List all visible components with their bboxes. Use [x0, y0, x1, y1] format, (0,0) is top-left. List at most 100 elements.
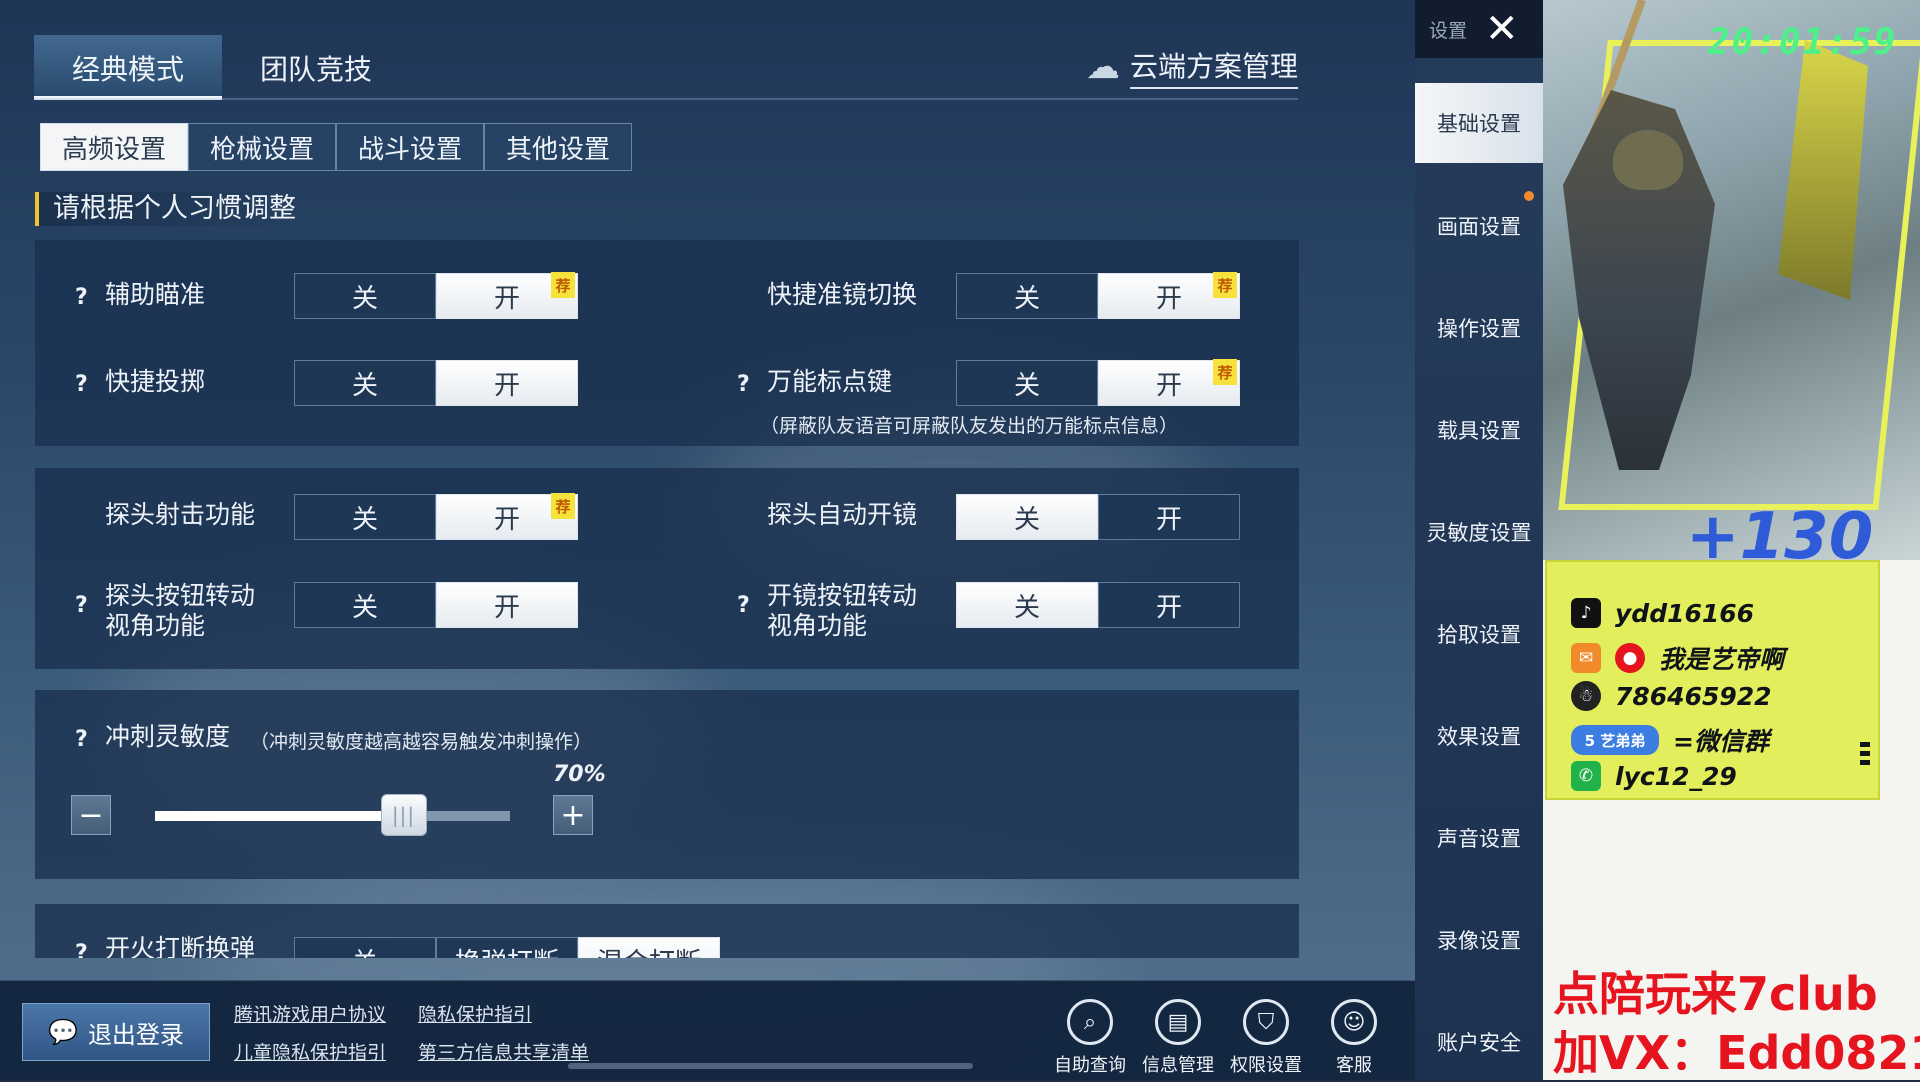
tab-high-frequency[interactable]: 高频设置: [40, 123, 188, 171]
character-artwork: [1543, 0, 1920, 560]
help-icon[interactable]: ?: [75, 285, 88, 310]
link-third-party-sharing[interactable]: 第三方信息共享清单: [418, 1038, 589, 1065]
aim-assist-on[interactable]: 开荐: [436, 272, 578, 319]
sidebar-item-vehicle[interactable]: 载具设置: [1415, 390, 1543, 470]
settings-panel-1: ? 辅助瞄准 关 开荐 快捷准镜切换 关 开荐 ? 快捷投掷 关 开 ? 万能标…: [35, 240, 1299, 446]
tab-weapon[interactable]: 枪械设置: [188, 123, 336, 171]
peek-fire-toggle: 关 开荐: [294, 493, 578, 540]
scope-button-rotate-on[interactable]: 开: [1098, 582, 1240, 628]
quick-scope-off[interactable]: 关: [956, 273, 1098, 319]
recommend-badge: 荐: [1213, 272, 1237, 298]
help-icon[interactable]: ?: [75, 372, 88, 397]
peek-button-rotate-toggle: 关 开: [294, 582, 578, 628]
help-icon[interactable]: ?: [737, 593, 750, 618]
sprint-decrease-button[interactable]: −: [71, 795, 111, 835]
tag-icon: ✉: [1571, 643, 1601, 673]
logout-button[interactable]: 💬 退出登录: [22, 1003, 210, 1061]
sprint-slider-track[interactable]: [155, 811, 510, 821]
settings-sub-tabs: 高频设置 枪械设置 战斗设置 其他设置: [40, 123, 632, 171]
peek-auto-scope-on[interactable]: 开: [1098, 494, 1240, 540]
qq-number: 786465922: [1615, 681, 1772, 711]
tab-classic-mode[interactable]: 经典模式: [34, 35, 222, 100]
sidebar-item-controls[interactable]: 操作设置: [1415, 288, 1543, 368]
section-hint: 请根据个人习惯调整: [35, 192, 296, 226]
peek-fire-off[interactable]: 关: [294, 494, 436, 540]
link-child-privacy[interactable]: 儿童隐私保护指引: [234, 1038, 386, 1065]
quick-scope-on[interactable]: 开荐: [1098, 272, 1240, 319]
contact-row: ✆ lyc12_29: [1571, 761, 1737, 791]
permission-settings-label: 权限设置: [1230, 1055, 1302, 1076]
peek-fire-on-label: 开: [493, 504, 520, 535]
help-icon[interactable]: ?: [75, 941, 88, 958]
info-manage-label: 信息管理: [1142, 1055, 1214, 1076]
sidebar-item-sound[interactable]: 声音设置: [1415, 798, 1543, 878]
peek-auto-scope-off[interactable]: 关: [956, 494, 1098, 540]
sidebar-item-replay[interactable]: 录像设置: [1415, 900, 1543, 980]
self-service-query-button[interactable]: ⌕ 自助查询: [1050, 999, 1130, 1077]
stream-overlay: 20:01:59 +130 ♪ ydd16166 ✉ ● 我是艺帝啊 ☃ 786…: [1543, 0, 1920, 1080]
sidebar-item-effects[interactable]: 效果设置: [1415, 696, 1543, 776]
info-manage-button[interactable]: ▤ 信息管理: [1138, 999, 1218, 1077]
fire-interrupt-mixed[interactable]: 混合打断: [578, 937, 720, 958]
contact-row: ☃ 786465922: [1571, 681, 1772, 711]
peek-button-rotate-label: 探头按钮转动 视角功能: [105, 581, 255, 641]
peek-button-rotate-on[interactable]: 开: [436, 582, 578, 628]
link-user-agreement[interactable]: 腾讯游戏用户协议: [234, 1000, 386, 1027]
logout-label: 退出登录: [87, 1020, 184, 1049]
permission-settings-button[interactable]: ⛉ 权限设置: [1226, 999, 1306, 1077]
aim-assist-on-label: 开: [493, 283, 520, 314]
settings-panel-3: ? 冲刺灵敏度 （冲刺灵敏度越高越容易触发冲刺操作） 70% − ||| +: [35, 690, 1299, 879]
help-icon[interactable]: ?: [75, 593, 88, 618]
help-icon[interactable]: ?: [75, 727, 88, 752]
link-privacy-guide[interactable]: 隐私保护指引: [418, 1000, 532, 1027]
sidebar-item-account-security[interactable]: 账户安全: [1415, 1002, 1543, 1082]
mode-tabs: 经典模式 团队竞技: [34, 35, 410, 100]
peek-fire-label: 探头射击功能: [105, 500, 256, 529]
sidebar-item-pickup[interactable]: 拾取设置: [1415, 594, 1543, 674]
tab-divider: [34, 98, 1298, 100]
marker-key-on[interactable]: 开荐: [1098, 359, 1240, 406]
contact-card: ♪ ydd16166 ✉ ● 我是艺帝啊 ☃ 786465922 5 艺弟弟 =…: [1545, 560, 1880, 800]
cloud-scheme-manage-button[interactable]: ☁ 云端方案管理: [1086, 45, 1298, 89]
quick-throw-on[interactable]: 开: [436, 360, 578, 406]
menu-icon: [1860, 742, 1870, 774]
marker-key-off[interactable]: 关: [956, 360, 1098, 406]
close-icon[interactable]: ✕: [1485, 9, 1519, 49]
ad-line-2: 加VX：Edd0821: [1553, 1026, 1920, 1080]
wechat-id: lyc12_29: [1615, 761, 1737, 791]
sprint-slider-thumb[interactable]: |||: [380, 794, 427, 836]
fire-interrupt-reload[interactable]: 换弹打断: [436, 937, 578, 958]
aim-assist-label: 辅助瞄准: [105, 280, 206, 309]
sidebar-header: 设置 ✕: [1415, 0, 1543, 58]
sprint-slider-fill: [155, 811, 404, 821]
sidebar-item-basic[interactable]: 基础设置: [1415, 83, 1543, 163]
settings-panel-4: ? 开火打断换弹 关 换弹打断 混合打断: [35, 904, 1299, 958]
fire-interrupt-off[interactable]: 关: [294, 937, 436, 958]
tab-other[interactable]: 其他设置: [484, 123, 632, 171]
weibo-name: 我是艺帝啊: [1659, 645, 1785, 674]
scope-button-rotate-off[interactable]: 关: [956, 582, 1098, 628]
peek-button-rotate-line2: 视角功能: [105, 611, 206, 640]
self-service-query-label: 自助查询: [1054, 1055, 1126, 1076]
peek-button-rotate-line1: 探头按钮转动: [105, 581, 256, 610]
quick-throw-off[interactable]: 关: [294, 360, 436, 406]
help-icon[interactable]: ?: [737, 372, 750, 397]
scope-button-rotate-line1: 开镜按钮转动: [767, 581, 918, 610]
sprint-increase-button[interactable]: +: [553, 795, 593, 835]
recommend-badge: 荐: [551, 493, 575, 519]
search-icon: ⌕: [1067, 999, 1113, 1045]
tab-combat[interactable]: 战斗设置: [336, 123, 484, 171]
sidebar-title: 设置: [1429, 19, 1468, 42]
qq-icon: ☃: [1571, 681, 1601, 711]
tab-team-deathmatch[interactable]: 团队竞技: [222, 35, 410, 100]
peek-auto-scope-label: 探头自动开镜: [767, 500, 918, 529]
peek-button-rotate-off[interactable]: 关: [294, 582, 436, 628]
marker-key-label: 万能标点键: [767, 367, 893, 396]
marker-key-toggle: 关 开荐: [956, 359, 1240, 406]
scope-button-rotate-label: 开镜按钮转动 视角功能: [767, 581, 917, 641]
contact-row: 5 艺弟弟 =微信群: [1571, 722, 1769, 758]
customer-service-button[interactable]: ☺ 客服: [1314, 999, 1394, 1077]
peek-fire-on[interactable]: 开荐: [436, 493, 578, 540]
sidebar-item-sensitivity[interactable]: 灵敏度设置: [1415, 492, 1543, 572]
aim-assist-off[interactable]: 关: [294, 273, 436, 319]
